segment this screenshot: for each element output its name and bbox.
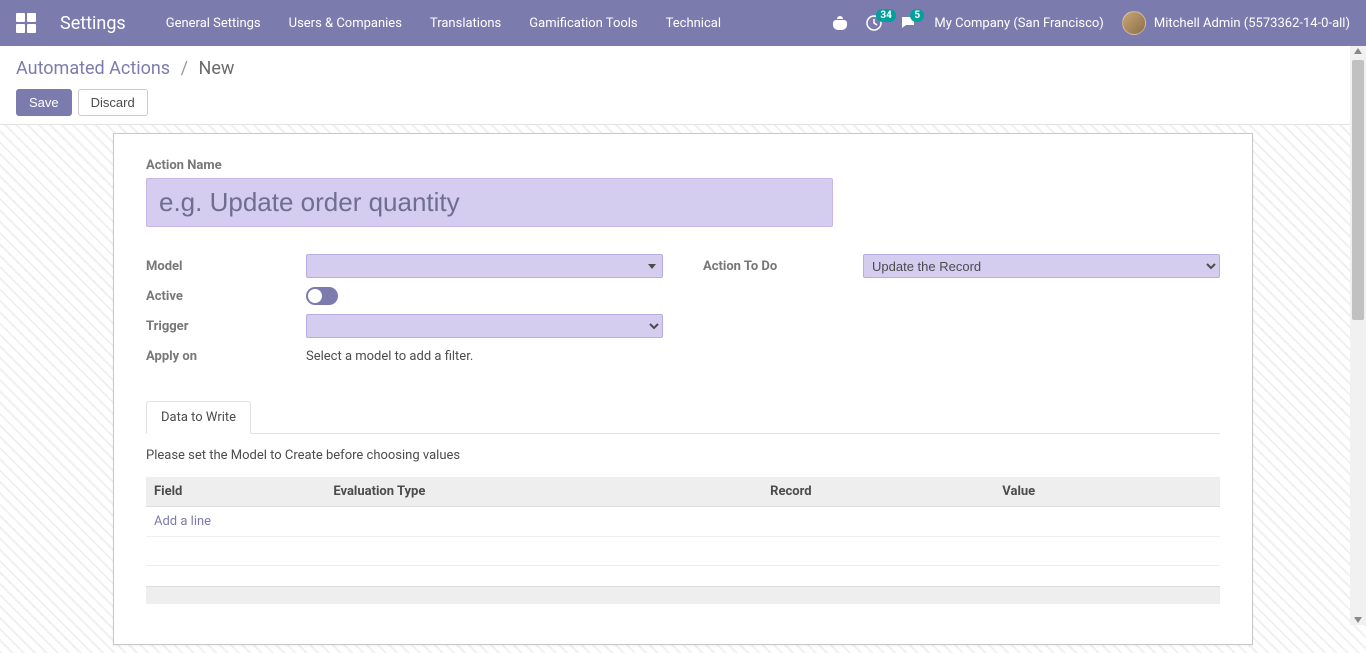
avatar [1122, 11, 1146, 35]
menu-general-settings[interactable]: General Settings [166, 16, 261, 31]
form-view: Action Name Model Active [0, 125, 1366, 653]
menu-users-companies[interactable]: Users & Companies [289, 16, 402, 31]
action-to-do-label: Action To Do [703, 259, 863, 274]
col-eval-type[interactable]: Evaluation Type [325, 477, 762, 507]
button-row: Save Discard [16, 89, 1350, 116]
navbar-menu: General Settings Users & Companies Trans… [166, 16, 833, 31]
menu-gamification-tools[interactable]: Gamification Tools [529, 16, 637, 31]
tab-content: Please set the Model to Create before ch… [146, 434, 1220, 604]
apps-icon[interactable] [16, 13, 36, 33]
save-button[interactable]: Save [16, 89, 72, 116]
action-to-do-select[interactable]: Update the Record [863, 254, 1220, 278]
col-field[interactable]: Field [146, 477, 325, 507]
breadcrumb-current: New [198, 58, 234, 79]
data-table: Field Evaluation Type Record Value Add a… [146, 477, 1220, 566]
chevron-down-icon [648, 264, 656, 269]
app-title: Settings [60, 13, 126, 34]
col-value[interactable]: Value [994, 477, 1192, 507]
apply-on-note: Select a model to add a filter. [306, 349, 473, 364]
activities-icon[interactable]: 34 [866, 15, 882, 31]
scrollbar[interactable] [1350, 46, 1366, 625]
user-name: Mitchell Admin (5573362-14-0-all) [1154, 16, 1350, 31]
action-name-label: Action Name [146, 158, 1220, 173]
scrollbar-thumb[interactable] [1352, 60, 1364, 320]
company-selector[interactable]: My Company (San Francisco) [934, 16, 1103, 31]
trigger-select[interactable] [306, 314, 663, 338]
navbar-right: 34 5 My Company (San Francisco) Mitchell… [832, 11, 1350, 35]
breadcrumb: Automated Actions / New [16, 58, 1350, 79]
messages-badge: 5 [910, 9, 924, 22]
breadcrumb-root[interactable]: Automated Actions [16, 58, 170, 79]
activities-badge: 34 [876, 9, 895, 22]
action-name-input[interactable] [146, 178, 833, 227]
tabs: Data to Write [146, 401, 1220, 434]
menu-translations[interactable]: Translations [430, 16, 501, 31]
model-select[interactable] [306, 254, 663, 278]
menu-technical[interactable]: Technical [666, 16, 721, 31]
model-label: Model [146, 259, 306, 274]
control-panel: Automated Actions / New Save Discard [0, 46, 1366, 125]
table-row: Add a line [146, 507, 1220, 537]
navbar: Settings General Settings Users & Compan… [0, 0, 1366, 46]
active-toggle[interactable] [306, 287, 338, 305]
bug-icon[interactable] [832, 15, 848, 31]
col-actions [1192, 477, 1220, 507]
col-record[interactable]: Record [762, 477, 994, 507]
trigger-label: Trigger [146, 319, 306, 334]
breadcrumb-separator: / [181, 58, 188, 79]
bottom-spacer [146, 586, 1220, 604]
form-sheet: Action Name Model Active [113, 133, 1253, 645]
active-label: Active [146, 289, 306, 304]
apply-on-label: Apply on [146, 349, 306, 364]
add-line-link[interactable]: Add a line [154, 514, 211, 529]
user-menu[interactable]: Mitchell Admin (5573362-14-0-all) [1122, 11, 1350, 35]
messages-icon[interactable]: 5 [900, 15, 916, 31]
tab-hint: Please set the Model to Create before ch… [146, 448, 1220, 463]
tab-data-to-write[interactable]: Data to Write [146, 401, 251, 434]
discard-button[interactable]: Discard [78, 89, 148, 116]
